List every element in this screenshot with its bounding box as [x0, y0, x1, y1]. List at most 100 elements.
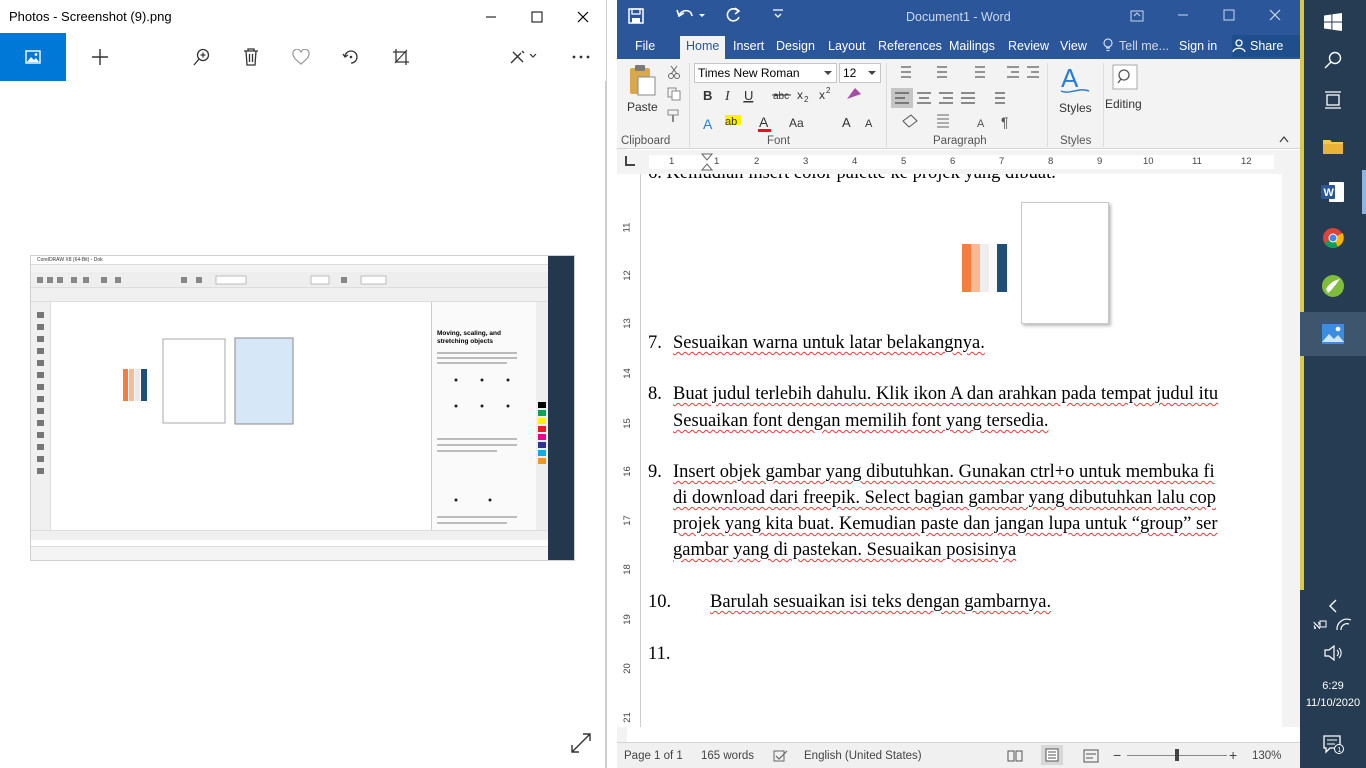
vruler-number: 17: [621, 515, 633, 526]
ribbon-display-options-button[interactable]: [1130, 9, 1144, 23]
chevron-down-icon: [824, 71, 832, 75]
zoom-button[interactable]: [179, 33, 225, 81]
vruler-number: 14: [621, 368, 633, 379]
photos-title-bar: Photos - Screenshot (9).png: [0, 0, 606, 33]
vertical-scrollbar[interactable]: [1282, 174, 1300, 727]
tab-references[interactable]: References: [872, 36, 948, 59]
format-painter-button[interactable]: [667, 109, 681, 123]
vruler-number: 21: [621, 712, 633, 723]
item-9-text-3: projek yang kita buat. Kemudian paste da…: [673, 514, 1218, 534]
rotate-button[interactable]: [328, 33, 374, 81]
repeat-icon: [726, 7, 741, 22]
network-status[interactable]: ℵ: [1300, 609, 1366, 639]
more-button[interactable]: [558, 33, 604, 81]
heart-icon: [292, 49, 310, 65]
document-page[interactable]: 6. Kemudian insert color palette ke proj…: [641, 174, 1282, 727]
editing-button[interactable]: Editing: [1105, 63, 1143, 127]
styles-group-label: Styles: [1060, 135, 1092, 147]
file-explorer-button[interactable]: [1300, 124, 1366, 168]
paragraph-buttons[interactable]: A ¶: [891, 63, 1041, 133]
indent-marker-icon[interactable]: [701, 153, 713, 171]
word-app-button[interactable]: W: [1300, 170, 1366, 214]
sign-in-link[interactable]: Sign in: [1179, 39, 1217, 53]
collection-button[interactable]: [0, 33, 66, 81]
word-close-button[interactable]: [1269, 9, 1281, 21]
search-button[interactable]: [1300, 38, 1366, 82]
web-layout-icon[interactable]: [1083, 749, 1099, 763]
word-maximize-button[interactable]: [1223, 9, 1235, 21]
zoom-in-button[interactable]: +: [1229, 747, 1237, 763]
chrome-icon: [1323, 228, 1344, 249]
clock-time[interactable]: 6:29: [1300, 680, 1366, 692]
font-name-box[interactable]: Times New Roman: [694, 63, 837, 83]
maximize-button[interactable]: [514, 0, 560, 33]
embedded-toolbox: [31, 302, 51, 530]
more-icon: [572, 55, 590, 59]
redo-button[interactable]: [724, 6, 742, 24]
tab-selector[interactable]: [625, 156, 635, 166]
svg-text:1: 1: [1338, 747, 1342, 754]
doc-line-6: 6. Kemudian insert color palette ke proj…: [648, 174, 1056, 184]
paste-button[interactable]: Paste: [625, 64, 661, 124]
photos-app-button[interactable]: [1300, 312, 1366, 356]
svg-text:¶: ¶: [1001, 114, 1009, 130]
coreldraw-button[interactable]: [1300, 264, 1366, 308]
zoom-level[interactable]: 130%: [1252, 750, 1281, 762]
word-minimize-button[interactable]: [1177, 9, 1189, 21]
expand-button[interactable]: [570, 732, 594, 756]
word-app-icon: W: [1321, 182, 1344, 202]
volume-button[interactable]: [1300, 638, 1366, 668]
word-count[interactable]: 165 words: [701, 750, 754, 762]
close-button[interactable]: [560, 0, 606, 33]
item-10-text: Barulah sesuaikan isi teks dengan gambar…: [710, 592, 1052, 612]
zoom-out-button[interactable]: −: [1113, 747, 1121, 763]
cut-button[interactable]: [667, 65, 681, 79]
tab-review[interactable]: Review: [1002, 36, 1055, 59]
collapse-ribbon-button[interactable]: [1279, 135, 1289, 143]
vruler-number: 16: [621, 466, 633, 477]
print-layout-button[interactable]: [1041, 745, 1063, 765]
copy-button[interactable]: [667, 87, 681, 101]
page-count[interactable]: Page 1 of 1: [624, 750, 683, 762]
delete-button[interactable]: [228, 33, 274, 81]
share-button[interactable]: Share: [1232, 35, 1300, 57]
ruler-number: 1: [714, 156, 720, 167]
action-center-button[interactable]: 1: [1300, 722, 1366, 766]
maximize-icon: [531, 11, 543, 22]
tab-layout[interactable]: Layout: [822, 36, 872, 59]
add-button[interactable]: [77, 33, 123, 81]
svg-text:Aa: Aa: [789, 116, 804, 130]
tab-file[interactable]: File: [629, 36, 661, 59]
snap-divider[interactable]: [606, 0, 617, 768]
tell-me-box[interactable]: Tell me...: [1119, 39, 1169, 53]
favorite-button[interactable]: [278, 33, 324, 81]
styles-button[interactable]: A Styles: [1057, 63, 1099, 127]
white-rectangle-image[interactable]: [1021, 202, 1109, 324]
undo-button[interactable]: [675, 6, 707, 24]
task-view-button[interactable]: [1300, 78, 1366, 122]
clock-date[interactable]: 11/10/2020: [1300, 697, 1366, 709]
crop-button[interactable]: [378, 33, 424, 81]
minimize-button[interactable]: [468, 0, 514, 33]
vruler-number: 11: [621, 222, 633, 233]
svg-text:A: A: [977, 118, 985, 130]
search-icon: [1324, 51, 1342, 69]
tab-home[interactable]: Home: [680, 36, 726, 59]
tab-insert[interactable]: Insert: [727, 36, 770, 59]
embedded-property-bar: [31, 288, 548, 302]
chrome-button[interactable]: [1300, 216, 1366, 260]
tab-view[interactable]: View: [1054, 36, 1093, 59]
read-mode-icon[interactable]: [1007, 749, 1023, 763]
tab-mailings[interactable]: Mailings: [943, 36, 1001, 59]
font-size-box[interactable]: 12: [839, 63, 881, 83]
color-palette-image[interactable]: [959, 242, 1011, 294]
save-button[interactable]: [627, 7, 645, 25]
font-format-buttons[interactable]: B I U abc x 2 x 2 A ab A Aa A A: [699, 85, 889, 135]
zoom-slider-thumb[interactable]: [1175, 749, 1179, 761]
language-indicator[interactable]: English (United States): [804, 750, 922, 762]
customize-qat-button[interactable]: [772, 8, 784, 20]
tab-design[interactable]: Design: [770, 36, 821, 59]
edit-create-button[interactable]: [496, 33, 552, 81]
proofing-icon[interactable]: [773, 750, 789, 762]
minimize-icon: [1178, 14, 1188, 16]
